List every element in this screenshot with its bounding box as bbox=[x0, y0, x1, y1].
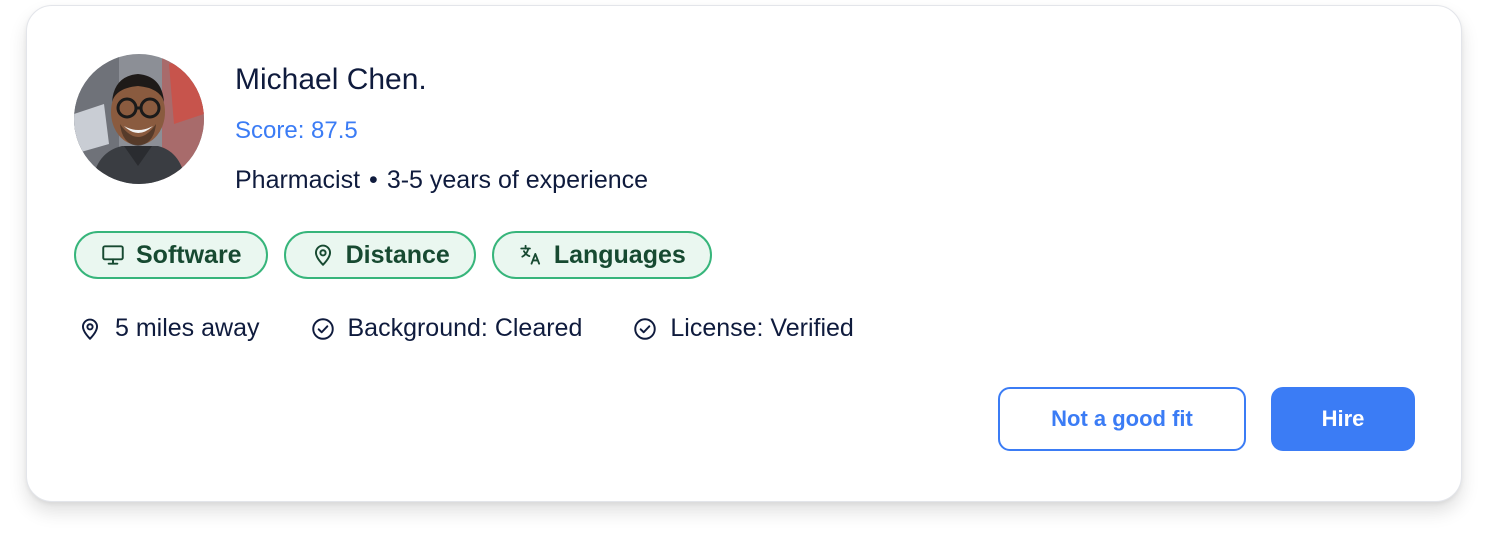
tag-languages[interactable]: Languages bbox=[491, 231, 712, 279]
translate-icon bbox=[518, 242, 544, 268]
check-circle-icon bbox=[632, 316, 658, 342]
candidate-name: Michael Chen. bbox=[235, 63, 427, 96]
tag-list: Software Distance Languages bbox=[74, 231, 712, 279]
candidate-card: Michael Chen. Score: 87.5 Pharmacist • 3-5… bbox=[26, 5, 1462, 502]
tag-label: Software bbox=[136, 240, 242, 269]
tag-label: Languages bbox=[553, 240, 686, 269]
detail-label: Background: Cleared bbox=[347, 314, 583, 342]
check-circle-icon bbox=[310, 316, 336, 342]
candidate-role: Pharmacist bbox=[235, 166, 361, 194]
candidate-score: Score: 87.5 bbox=[235, 117, 358, 144]
candidate-role-line: Pharmacist • 3-5 years of experience bbox=[235, 165, 648, 195]
detail-label: License: Verified bbox=[670, 314, 854, 342]
detail-list: 5 miles away Background: Cleared License… bbox=[77, 314, 854, 343]
detail-license: License: Verified bbox=[632, 314, 854, 343]
detail-distance: 5 miles away bbox=[77, 314, 260, 343]
map-pin-icon bbox=[310, 242, 336, 268]
not-a-good-fit-button[interactable]: Not a good fit bbox=[998, 387, 1246, 451]
separator-dot: • bbox=[369, 166, 378, 194]
tag-label: Distance bbox=[345, 240, 450, 269]
tag-distance[interactable]: Distance bbox=[283, 231, 476, 279]
avatar bbox=[74, 54, 204, 184]
monitor-icon bbox=[100, 242, 126, 268]
detail-label: 5 miles away bbox=[115, 314, 260, 342]
detail-background: Background: Cleared bbox=[310, 314, 583, 343]
tag-software[interactable]: Software bbox=[74, 231, 268, 279]
map-pin-icon bbox=[77, 316, 103, 342]
candidate-experience: 3-5 years of experience bbox=[386, 166, 649, 194]
hire-button[interactable]: Hire bbox=[1271, 387, 1415, 451]
